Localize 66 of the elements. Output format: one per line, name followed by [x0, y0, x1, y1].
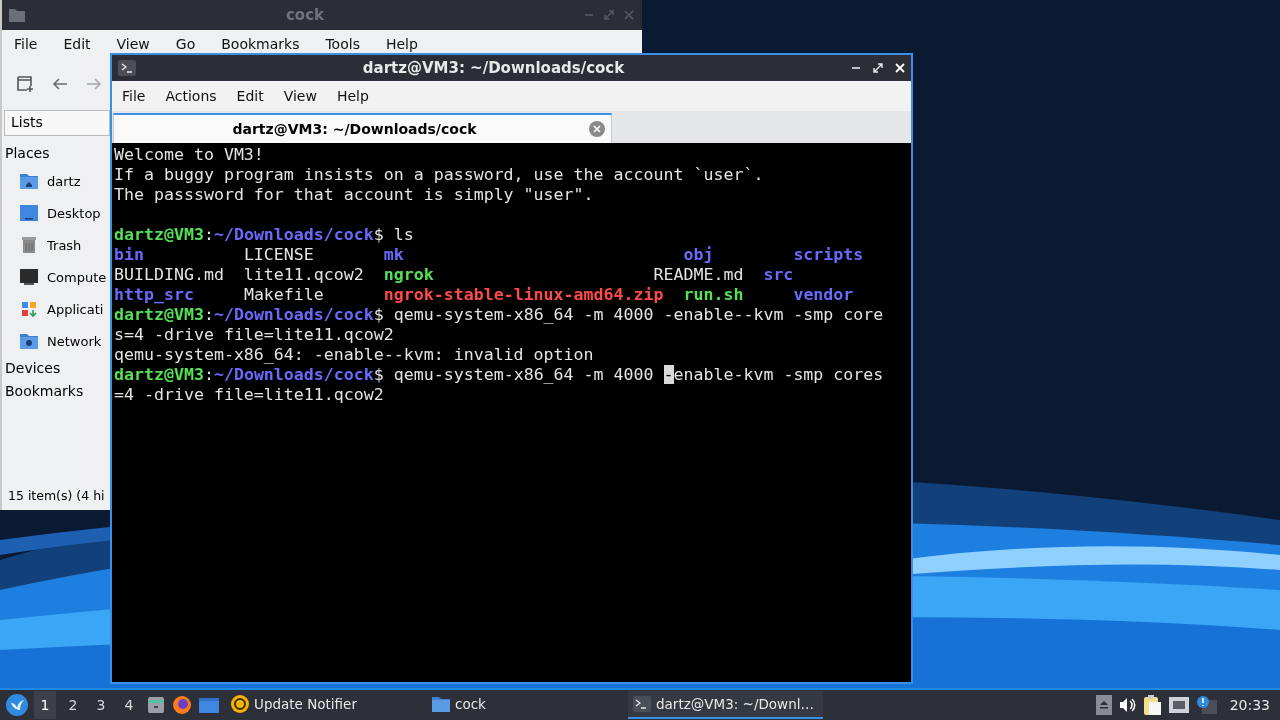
home-folder-icon: [19, 171, 39, 191]
workspace-button[interactable]: 3: [90, 691, 112, 719]
sidebar-item[interactable]: Desktop: [5, 197, 110, 229]
back-arrow-icon[interactable]: [52, 77, 68, 91]
sidebar-heading[interactable]: Devices: [5, 357, 110, 380]
terminal-line: dartz@VM3:~/Downloads/cock$ ls: [114, 225, 415, 245]
workspace-button[interactable]: 4: [118, 691, 140, 719]
menu-item[interactable]: View: [281, 88, 335, 104]
menu-item[interactable]: Tools: [323, 36, 384, 52]
workspace-button[interactable]: 2: [62, 691, 84, 719]
sidebar-item[interactable]: Network: [5, 325, 110, 357]
menu-item[interactable]: Go: [173, 36, 220, 52]
status-text: 15 item(s) (4 hi: [7, 487, 106, 505]
menu-item[interactable]: Help: [383, 36, 442, 52]
new-window-icon[interactable]: [16, 75, 34, 93]
eject-icon[interactable]: [1095, 695, 1112, 715]
terminal-icon: [632, 694, 652, 714]
start-menu-icon[interactable]: [6, 694, 28, 716]
sidebar-item[interactable]: Applicati: [5, 293, 110, 325]
terminal-line: qemu-system-x86_64: -enable--kvm: invalid option: [114, 345, 595, 365]
network-folder-icon: [19, 331, 39, 351]
terminal-line: dartz@VM3:~/Downloads/cock$ qemu-system-x86_64 -m 4000 -enable--kvm -smp core: [114, 305, 885, 325]
terminal-line: http_src Makefile ngrok-stable-linux-amd64.zip run.sh vendor: [114, 285, 855, 305]
desktop-icon: [19, 203, 39, 223]
terminal-tab[interactable]: dartz@VM3: ~/Downloads/cock: [113, 113, 612, 143]
folder-icon: [8, 7, 26, 23]
menu-item[interactable]: Bookmarks: [219, 36, 324, 52]
terminal-line: bin LICENSE mk obj scripts: [114, 245, 865, 265]
sidebar-item[interactable]: Compute: [5, 261, 110, 293]
menu-item[interactable]: Help: [334, 88, 387, 104]
menu-item[interactable]: Edit: [234, 88, 282, 104]
computer-icon: [19, 267, 39, 287]
terminal-line: dartz@VM3:~/Downloads/cock$ qemu-system-x86_64 -m 4000 -enable-kvm -smp cores: [114, 365, 885, 385]
workspace-button[interactable]: 1: [34, 691, 56, 719]
taskbar-button[interactable]: Update Notifier: [226, 691, 421, 719]
terminal-line: s=4 -drive file=lite11.qcow2: [114, 325, 395, 345]
sidebar-tab[interactable]: Lists: [4, 110, 110, 136]
taskbar-button[interactable]: cock: [427, 691, 622, 719]
menu-item[interactable]: File: [120, 88, 164, 104]
sidebar-heading[interactable]: Places: [5, 142, 110, 165]
menu-item[interactable]: File: [12, 36, 62, 52]
clock: 20:33: [1228, 697, 1271, 713]
terminal-line: Welcome to VM3!: [114, 145, 265, 165]
sidebar-heading[interactable]: Bookmarks: [5, 380, 110, 403]
window-title: dartz@VM3: ~/Downloads/cock: [361, 59, 626, 77]
clipboard-icon[interactable]: [1141, 694, 1162, 716]
menu-item[interactable]: Actions: [163, 88, 235, 104]
folder-icon: [431, 694, 451, 714]
window-title: cock: [284, 6, 326, 24]
menu-item[interactable]: Edit: [61, 36, 115, 52]
window-icon[interactable]: [198, 696, 220, 714]
notification-icon[interactable]: [1195, 695, 1218, 715]
file-cabinet-icon[interactable]: [146, 695, 166, 715]
taskbar-button[interactable]: dartz@VM3: ~/Downl…: [628, 691, 823, 719]
terminal-line: The passsword for that account is simply "user".: [114, 185, 595, 205]
terminal-line: =4 -drive file=lite11.qcow2: [114, 385, 385, 405]
volume-icon[interactable]: [1117, 696, 1136, 714]
terminal-icon: [118, 60, 136, 76]
sidebar-item[interactable]: dartz: [5, 165, 110, 197]
sidebar-item[interactable]: Trash: [5, 229, 110, 261]
trash-icon: [19, 235, 39, 255]
update-icon: [230, 694, 250, 714]
terminal-line: If a buggy program insists on a password, use the account `user`.: [114, 165, 765, 185]
terminal-line: BUILDING.md lite11.qcow2 ngrok README.md src: [114, 265, 795, 285]
menu-item[interactable]: View: [114, 36, 174, 52]
applications-icon: [19, 299, 39, 319]
